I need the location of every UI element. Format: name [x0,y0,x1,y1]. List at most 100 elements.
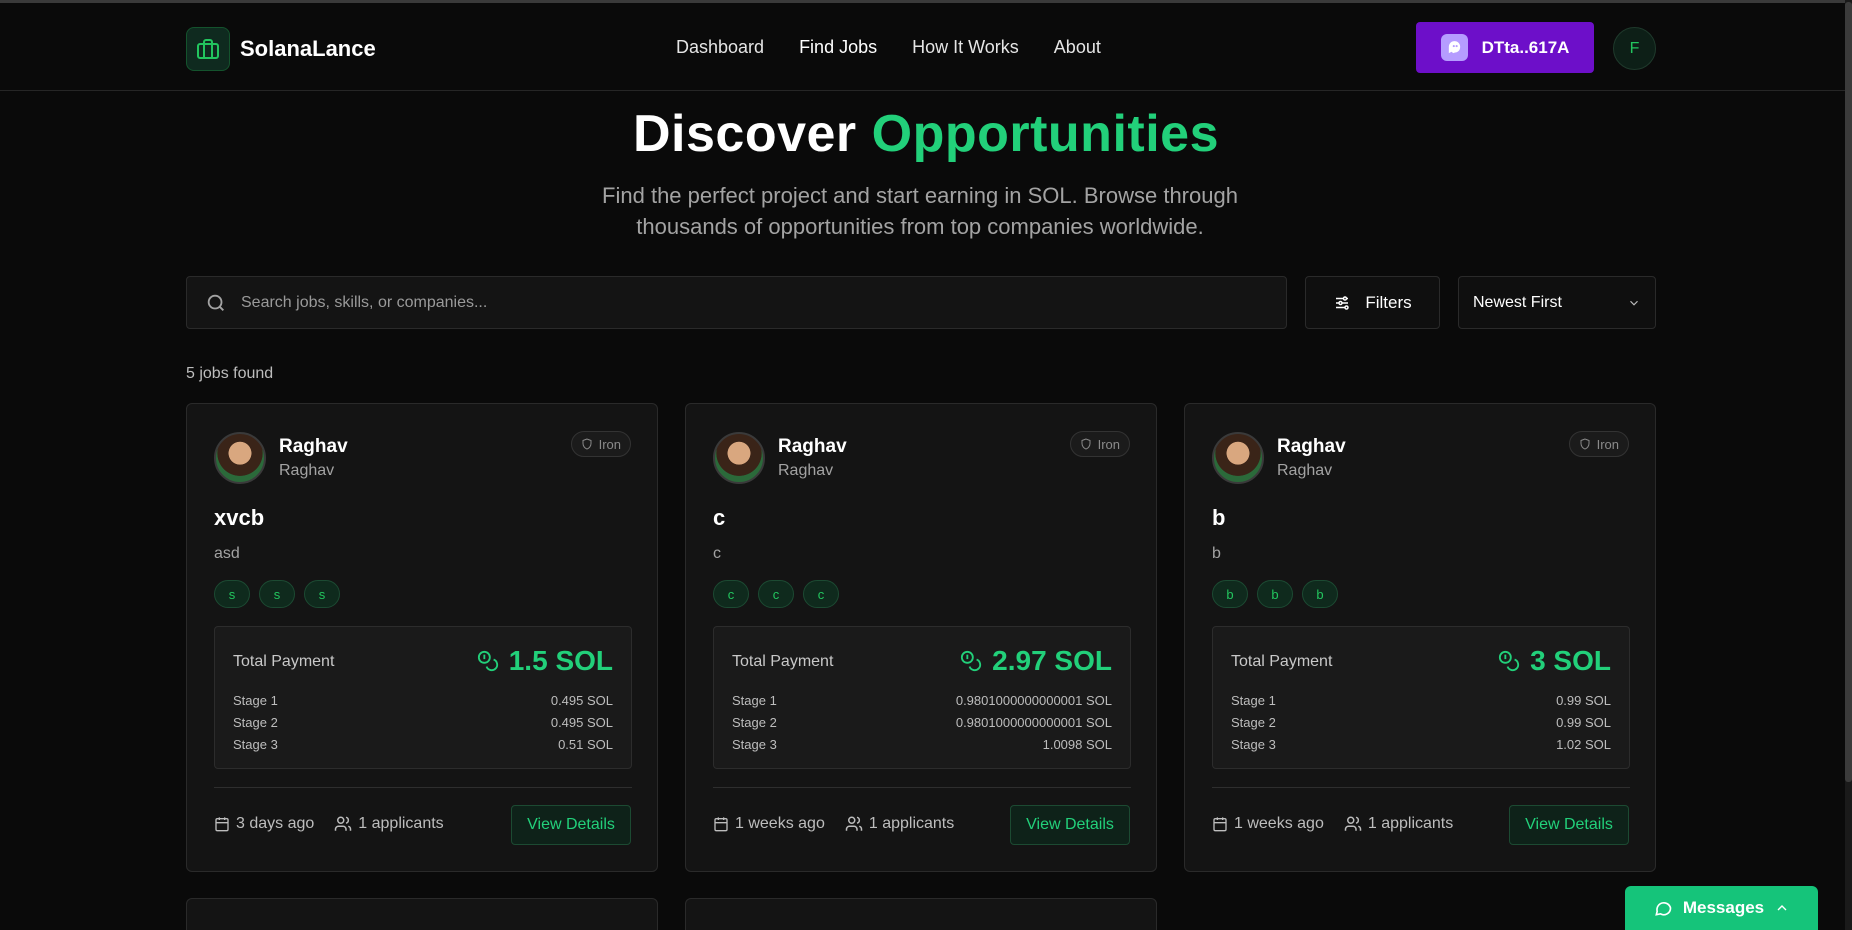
job-title[interactable]: xvcb [214,505,264,531]
job-title[interactable]: c [713,505,725,531]
payment-stage: Stage 1 0.99 SOL [1231,693,1611,708]
tier-badge: Iron [1069,431,1130,457]
card-divider [214,787,632,788]
payment-stage: Stage 3 1.0098 SOL [732,737,1112,752]
skill-tag: s [214,580,250,608]
search-bar[interactable] [186,276,1287,329]
search-input[interactable] [241,293,1241,312]
job-poster[interactable]: Raghav Raghav [214,432,348,484]
users-icon [335,816,352,831]
payment-panel: Total Payment 2.97 SOL Stage 1 0.9801000… [713,626,1131,769]
payment-total-value: 2.97 SOL [992,645,1112,676]
stage-amount: 0.495 SOL [550,715,613,730]
skill-tag: s [259,580,295,608]
card-divider [713,787,1131,788]
payment-stage: Stage 2 0.495 SOL [233,715,613,730]
stage-label: Stage 3 [732,737,777,752]
skill-tag: c [713,580,749,608]
title-accent: Opportunities [871,105,1219,163]
briefcase-icon [186,27,230,71]
stage-amount: 1.0098 SOL [1042,737,1112,752]
stage-amount: 0.9801000000000001 SOL [955,693,1112,708]
payment-stage: Stage 3 1.02 SOL [1231,737,1611,752]
calendar-icon [215,817,229,832]
view-details-button[interactable]: View Details [511,805,631,845]
view-details-button[interactable]: View Details [1010,805,1130,845]
payment-total: 2.97 SOL [960,645,1112,677]
wallet-button[interactable]: DTta..617A [1416,22,1594,73]
skill-tag: c [803,580,839,608]
tier-label: Iron [1596,436,1619,452]
sliders-icon [1336,295,1350,310]
view-details-button[interactable]: View Details [1509,805,1629,845]
payment-label: Total Payment [1231,653,1333,670]
skill-tag: b [1257,580,1293,608]
job-card[interactable]: Raghav Raghav Iron b b bbb Total Payment… [1184,403,1656,872]
messages-button[interactable]: Messages [1625,886,1818,930]
posted-time-text: 1 weeks ago [735,815,825,832]
poster-name: Raghav [279,436,348,457]
filters-button[interactable]: Filters [1305,276,1440,329]
applicants-text: 1 applicants [358,815,444,832]
nav-how-it-works[interactable]: How It Works [912,37,1019,58]
nav-dashboard[interactable]: Dashboard [676,37,764,58]
calendar-icon [1213,817,1227,832]
posted-time: 3 days ago [214,815,314,833]
tier-badge: Iron [570,431,631,457]
payment-stage: Stage 2 0.9801000000000001 SOL [732,715,1112,730]
coins-icon [961,650,982,672]
avatar [1212,432,1264,484]
stage-label: Stage 3 [233,737,278,752]
poster-name: Raghav [778,436,847,457]
skill-tags: bbb [1212,580,1347,608]
avatar [713,432,765,484]
applicants-count: 1 applicants [1344,815,1453,833]
payment-stage: Stage 3 0.51 SOL [233,737,613,752]
payment-label: Total Payment [233,653,335,670]
stage-amount: 0.51 SOL [558,737,613,752]
payment-total: 1.5 SOL [477,645,613,677]
poster-handle: Raghav [778,462,834,479]
job-card[interactable]: Raghav Raghav Iron c c ccc Total Payment… [685,403,1157,872]
stage-label: Stage 1 [732,693,777,708]
users-icon [845,816,863,831]
main-nav: Dashboard Find Jobs How It Works About [676,37,1136,58]
nav-about[interactable]: About [1054,37,1101,58]
payment-stage: Stage 2 0.99 SOL [1231,715,1611,730]
tier-badge: Iron [1568,431,1629,457]
job-card-partial[interactable] [186,898,658,930]
job-meta: 3 days ago 1 applicants [214,815,464,833]
sort-select[interactable]: Newest First [1458,276,1656,329]
filters-label: Filters [1365,292,1412,312]
user-avatar-button[interactable]: F [1613,27,1656,70]
message-circle-icon [1655,901,1672,916]
posted-time-text: 3 days ago [236,815,315,832]
top-navbar: SolanaLance Dashboard Find Jobs How It W… [0,3,1845,91]
stage-amount: 1.02 SOL [1556,737,1611,752]
card-divider [1212,787,1630,788]
stage-amount: 0.99 SOL [1556,715,1611,730]
job-title[interactable]: b [1212,505,1225,531]
wallet-address: DTta..617A [1481,37,1570,57]
job-description: asd [214,545,240,562]
avatar [214,432,266,484]
stage-amount: 0.495 SOL [550,693,613,708]
skill-tag: b [1212,580,1248,608]
skill-tags: sss [214,580,349,608]
stage-label: Stage 2 [233,715,278,730]
poster-handle: Raghav [1277,462,1333,479]
job-poster[interactable]: Raghav Raghav [1212,432,1346,484]
chevron-up-icon [1777,905,1787,911]
brand[interactable]: SolanaLance [186,27,376,71]
job-poster[interactable]: Raghav Raghav [713,432,847,484]
messages-label: Messages [1682,898,1765,917]
calendar-icon [714,817,728,832]
job-card[interactable]: Raghav Raghav Iron xvcb asd sss Total Pa… [186,403,658,872]
job-card-partial[interactable] [685,898,1157,930]
stage-label: Stage 2 [732,715,777,730]
job-meta: 1 weeks ago 1 applicants [1212,815,1473,833]
nav-find-jobs[interactable]: Find Jobs [799,37,877,58]
payment-total-value: 3 SOL [1530,645,1611,676]
stage-amount: 0.9801000000000001 SOL [955,715,1112,730]
shield-icon [582,438,592,450]
